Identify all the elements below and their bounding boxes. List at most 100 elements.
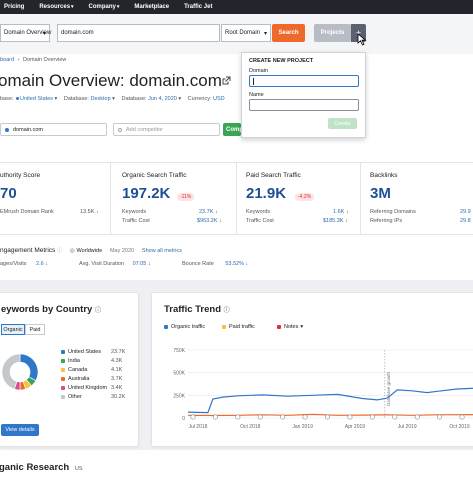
paid-keywords-value[interactable]: 1.6K ↓ (333, 209, 349, 215)
database-meta: base: United States ▾ Database: Desktop … (0, 96, 225, 102)
trend-title: Traffic Trend ⓘ (164, 304, 230, 315)
note-marker[interactable] (459, 414, 465, 420)
note-marker[interactable] (437, 414, 443, 420)
backlinks-value[interactable]: 3M (370, 185, 391, 202)
annotation-label: Database growth (386, 371, 391, 406)
referring-ips-value[interactable]: 29.8 (460, 218, 471, 224)
breadcrumb: board › Domain Overview (0, 57, 66, 63)
nav-company[interactable]: Company▾ (89, 4, 120, 10)
notes-icon (277, 325, 281, 329)
page-title: omain Overview: domain.com (0, 71, 222, 90)
scope-select[interactable]: Domain Overview ▾ (0, 24, 51, 42)
country-row[interactable]: Australia 3.7K (61, 376, 136, 382)
create-project-button[interactable]: Create (328, 118, 357, 129)
tab-organic[interactable]: Organic (1, 324, 25, 335)
organic-keywords-value[interactable]: 23.7K ↓ (199, 209, 218, 215)
domain-input[interactable]: domain.com (0, 123, 107, 136)
legend-paid[interactable]: Paid traffic (222, 324, 255, 330)
note-marker[interactable] (212, 414, 218, 420)
country-value: 3.7K (111, 376, 123, 382)
note-marker[interactable] (347, 414, 353, 420)
country-name: Australia (68, 376, 90, 382)
popup-title: CREATE NEW PROJECT (249, 58, 314, 64)
note-marker[interactable] (414, 414, 420, 420)
referring-domains-value[interactable]: 29.9 (460, 209, 471, 215)
domain-rank-value: 13.5K ↓ (80, 209, 99, 215)
domain-label: Domain (249, 68, 268, 74)
series-line[interactable] (187, 387, 473, 414)
avg-visit-duration: Avg. Visit Duration 07:05 ↓ (79, 261, 151, 267)
country-row[interactable]: Other 30.2K (61, 394, 136, 400)
pages-per-visit: ages/Visits 2.6 ↓ (0, 261, 48, 267)
note-marker[interactable] (392, 414, 398, 420)
nav-marketplace[interactable]: Marketplace (134, 4, 169, 10)
organic-value[interactable]: 197.2K (122, 185, 170, 202)
country-row[interactable]: Canada 4.1K (61, 367, 136, 373)
traffic-trend-panel: Traffic Trend ⓘ Organic traffic Paid tra… (151, 292, 473, 447)
legend-organic[interactable]: Organic traffic (164, 324, 205, 330)
checkbox-icon (61, 350, 65, 354)
bounce-rate: Bounce Rate 53.52% ↓ (182, 261, 249, 267)
organic-research-title: ganic Research US (0, 462, 83, 473)
breadcrumb-root[interactable]: board (0, 57, 14, 63)
compare-button[interactable]: Comp (223, 123, 243, 136)
checkbox-icon (61, 368, 65, 372)
competitor-color-dot (118, 127, 122, 132)
x-tick-label: Apr 2019 (345, 424, 366, 430)
breadcrumb-separator: › (17, 57, 20, 63)
referring-domains-label: Referring Domains (370, 209, 416, 215)
paid-cost-value[interactable]: $185.3K ↓ (323, 218, 348, 224)
note-marker[interactable] (369, 414, 375, 420)
x-tick-label: Jan 2019 (292, 424, 313, 430)
country-value: 3.4K (111, 385, 123, 391)
external-link-icon[interactable] (222, 76, 231, 85)
note-marker[interactable] (325, 414, 331, 420)
note-marker[interactable] (302, 414, 308, 420)
paid-traffic-card: Paid Search Traffic 21.9K -4.2% Keywords… (237, 162, 360, 235)
nav-traffic-jet[interactable]: Traffic Jet (184, 4, 212, 10)
cursor-icon (357, 33, 367, 46)
breadcrumb-current: Domain Overview (22, 57, 67, 63)
authority-title: uthority Score (0, 172, 41, 179)
country-name: United Kingdom (68, 385, 108, 391)
show-all-metrics-link[interactable]: Show all metrics (142, 248, 182, 254)
database-type-select[interactable]: Root Domain ▾ (221, 24, 271, 42)
y-tick-label: 250K (173, 393, 185, 399)
us-flag-label: US (74, 466, 83, 472)
project-name-field[interactable] (249, 99, 359, 111)
note-marker[interactable] (257, 414, 263, 420)
projects-button[interactable]: Projects (314, 24, 351, 42)
search-button[interactable]: Search (272, 24, 305, 42)
info-icon[interactable]: ⓘ (95, 308, 101, 314)
legend-notes[interactable]: Notes ▾ (277, 324, 303, 330)
country-row[interactable]: India 4.3K (61, 358, 136, 364)
note-marker[interactable] (235, 414, 241, 420)
chevron-down-icon: ▾ (42, 30, 46, 37)
x-tick-label: Jul 2019 (398, 424, 417, 430)
country-value: 30.2K (111, 394, 126, 400)
paid-value[interactable]: 21.9K (246, 185, 286, 202)
competitor-input[interactable]: Add competitor (113, 123, 220, 136)
domain-color-dot (5, 127, 9, 132)
y-tick-label: 500K (173, 371, 185, 377)
note-marker[interactable] (190, 414, 196, 420)
paid-keywords-label: Keywords (246, 209, 271, 215)
note-marker[interactable] (280, 414, 286, 420)
checkbox-icon (61, 377, 65, 381)
nav-resources[interactable]: Resources▾ (39, 4, 73, 10)
tab-paid[interactable]: Paid (25, 324, 45, 335)
project-domain-field[interactable] (249, 75, 359, 87)
organic-cost-value[interactable]: $963.2K ↓ (197, 218, 222, 224)
series-line[interactable] (187, 413, 473, 417)
info-icon[interactable]: ⓘ (57, 248, 62, 254)
chevron-down-icon: ▾ (116, 4, 120, 10)
text-caret (253, 78, 254, 85)
paid-change-badge: -4.2% (295, 193, 315, 201)
view-details-button[interactable]: View details (1, 424, 39, 436)
country-row[interactable]: United Kingdom 3.4K (61, 385, 136, 391)
info-icon[interactable]: ⓘ (224, 308, 230, 314)
checkbox-icon (61, 395, 65, 399)
country-row[interactable]: United States 23.7K (61, 349, 136, 355)
nav-pricing[interactable]: Pricing (4, 4, 24, 10)
search-input[interactable]: domain.com (57, 24, 220, 42)
